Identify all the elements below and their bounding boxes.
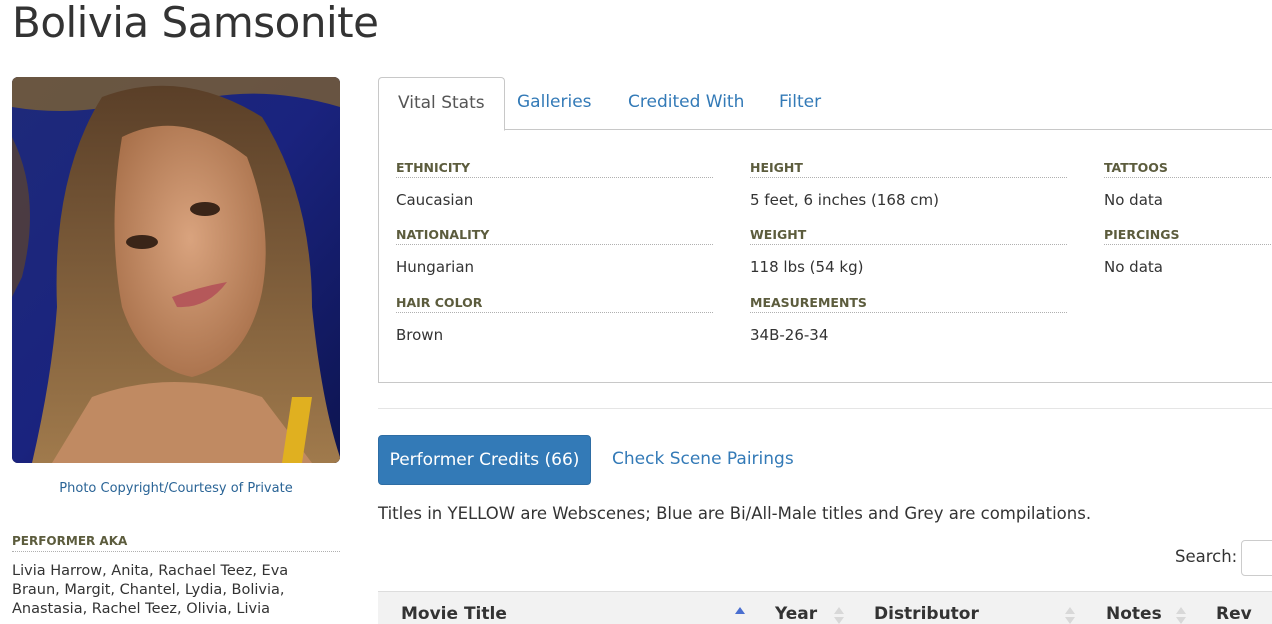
- weight-value: 118 lbs (54 kg): [750, 258, 864, 276]
- column-distributor[interactable]: Distributor: [874, 592, 979, 624]
- sort-ascending-icon[interactable]: [735, 605, 745, 624]
- sort-icon[interactable]: [1176, 605, 1186, 624]
- tattoos-value: No data: [1104, 191, 1163, 209]
- weight-label: WEIGHT: [750, 227, 1067, 245]
- performer-credits-button[interactable]: Performer Credits (66): [378, 435, 591, 485]
- search-input[interactable]: [1241, 540, 1272, 576]
- performer-aka-list: Livia Harrow, Anita, Rachael Teez, Eva B…: [12, 563, 289, 617]
- nationality-value: Hungarian: [396, 258, 475, 276]
- page-title: Bolivia Samsonite: [12, 0, 379, 47]
- performer-photo: [12, 77, 340, 463]
- performer-aka-heading: PERFORMER AKA: [12, 533, 340, 552]
- nationality-label: NATIONALITY: [396, 227, 713, 245]
- tab-filter[interactable]: Filter: [760, 77, 840, 130]
- ethnicity-label: ETHNICITY: [396, 160, 713, 178]
- measurements-label: MEASUREMENTS: [750, 295, 1067, 313]
- vital-stats-panel: ETHNICITY Caucasian NATIONALITY Hungaria…: [378, 129, 1272, 383]
- photo-credit-link[interactable]: Photo Copyright/Courtesy of Private: [12, 481, 340, 497]
- credits-table-header: Movie Title Year Distributor Notes Rev: [378, 591, 1272, 624]
- performer-photo-image: [12, 77, 340, 463]
- sort-icon[interactable]: [834, 605, 844, 624]
- tab-galleries[interactable]: Galleries: [498, 77, 611, 130]
- title-color-legend: Titles in YELLOW are Webscenes; Blue are…: [378, 504, 1092, 523]
- column-notes[interactable]: Notes: [1106, 592, 1162, 624]
- measurements-value: 34B-26-34: [750, 326, 829, 344]
- tab-vital-stats[interactable]: Vital Stats: [378, 77, 505, 131]
- height-label: HEIGHT: [750, 160, 1067, 178]
- column-movie-title[interactable]: Movie Title: [401, 592, 507, 624]
- check-scene-pairings-link[interactable]: Check Scene Pairings: [612, 448, 794, 470]
- hair-color-label: HAIR COLOR: [396, 295, 713, 313]
- search-label: Search:: [1175, 547, 1238, 566]
- sort-icon[interactable]: [1065, 605, 1075, 624]
- section-divider: [378, 408, 1272, 409]
- column-year[interactable]: Year: [775, 592, 817, 624]
- tab-credited-with[interactable]: Credited With: [609, 77, 763, 130]
- tattoos-label: TATTOOS: [1104, 160, 1272, 178]
- piercings-label: PIERCINGS: [1104, 227, 1272, 245]
- piercings-value: No data: [1104, 258, 1163, 276]
- ethnicity-value: Caucasian: [396, 191, 474, 209]
- profile-tabs: Vital Stats Galleries Credited With Filt…: [378, 77, 1272, 131]
- hair-color-value: Brown: [396, 326, 444, 344]
- height-value: 5 feet, 6 inches (168 cm): [750, 191, 939, 209]
- column-rev[interactable]: Rev: [1216, 592, 1252, 624]
